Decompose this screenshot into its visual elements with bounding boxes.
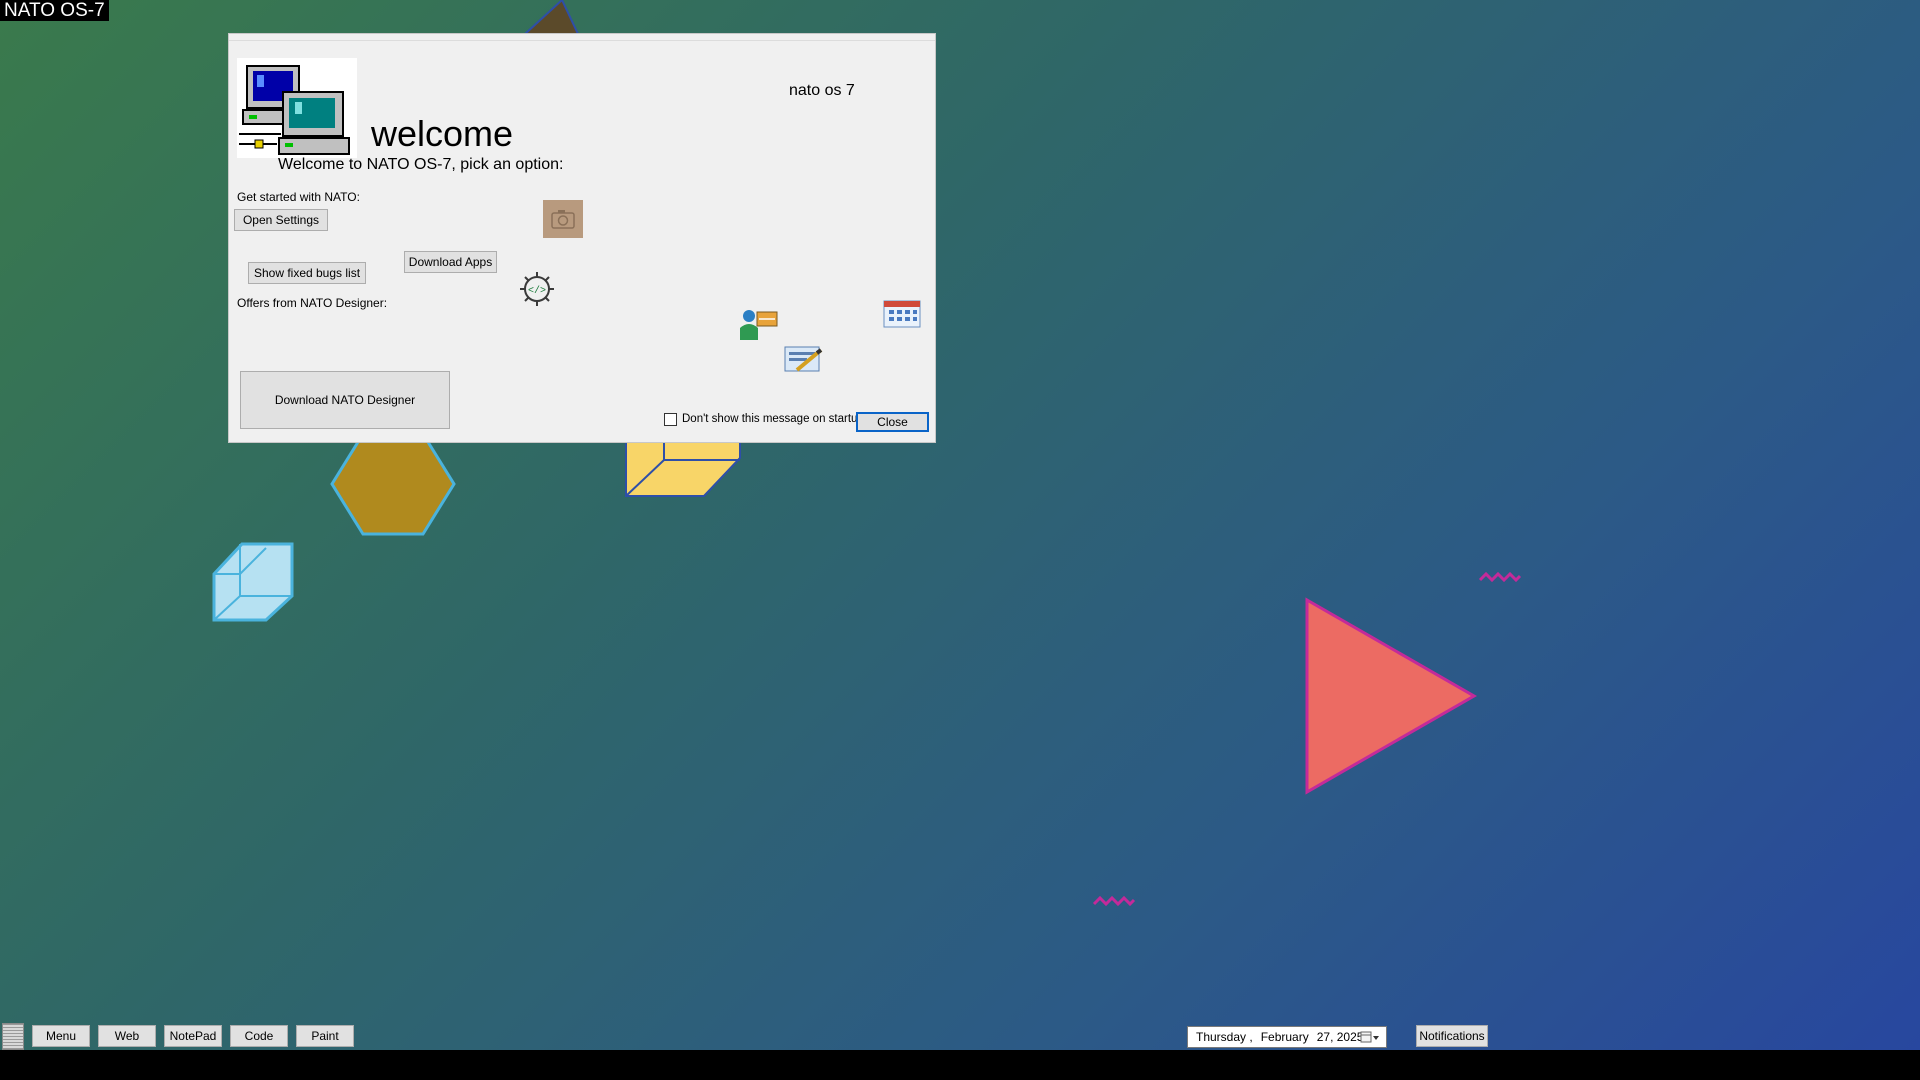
image-editor-icon[interactable] bbox=[783, 344, 825, 374]
window-top-divider bbox=[229, 40, 935, 41]
os-title-label: NATO OS-7 bbox=[0, 0, 109, 21]
network-computers-icon bbox=[237, 58, 357, 158]
offers-label: Offers from NATO Designer: bbox=[237, 296, 388, 310]
open-settings-button[interactable]: Open Settings bbox=[234, 209, 328, 231]
calendar-app-icon[interactable] bbox=[883, 300, 921, 328]
date-picker[interactable]: Thursday , February 27, 2025 bbox=[1187, 1026, 1387, 1048]
taskbar-grip-handle[interactable] bbox=[2, 1023, 24, 1050]
download-designer-button[interactable]: Download NATO Designer bbox=[240, 371, 450, 429]
play-triangle-shape bbox=[1305, 597, 1478, 795]
yellow-cube-shape bbox=[625, 439, 741, 497]
camera-icon[interactable] bbox=[543, 200, 583, 238]
taskbar-notepad-button[interactable]: NotePad bbox=[164, 1025, 222, 1047]
download-apps-button[interactable]: Download Apps bbox=[404, 251, 497, 273]
welcome-subtitle: Welcome to NATO OS-7, pick an option: bbox=[278, 156, 564, 173]
taskbar-menu-button[interactable]: Menu bbox=[32, 1025, 90, 1047]
calendar-dropdown-icon[interactable] bbox=[1360, 1031, 1380, 1044]
svg-text:</>: </> bbox=[528, 285, 546, 297]
dont-show-label: Don't show this message on startup bbox=[682, 413, 864, 425]
close-button[interactable]: Close bbox=[856, 412, 929, 432]
app-name-label: nato os 7 bbox=[789, 82, 855, 99]
welcome-heading: welcome bbox=[371, 113, 514, 154]
user-presentation-icon[interactable] bbox=[737, 306, 779, 340]
bottom-black-bar bbox=[0, 1050, 1920, 1080]
notifications-button[interactable]: Notifications bbox=[1416, 1025, 1488, 1047]
taskbar-code-button[interactable]: Code bbox=[230, 1025, 288, 1047]
zigzag-shape bbox=[1478, 571, 1522, 583]
welcome-window: nato os 7 welcome Welcome to NATO OS-7, … bbox=[228, 33, 936, 443]
hexagon-shape bbox=[330, 432, 456, 536]
get-started-label: Get started with NATO: bbox=[237, 190, 360, 204]
date-separator: , bbox=[1246, 1030, 1253, 1044]
brown-triangle-shape bbox=[522, 0, 580, 35]
date-weekday: Thursday bbox=[1196, 1030, 1247, 1044]
taskbar: Menu Web NotePad Code Paint Thursday , F… bbox=[0, 1023, 1920, 1050]
show-fixed-bugs-button[interactable]: Show fixed bugs list bbox=[248, 262, 366, 284]
code-gear-icon[interactable]: </> bbox=[517, 269, 557, 309]
taskbar-paint-button[interactable]: Paint bbox=[296, 1025, 354, 1047]
light-blue-cube-shape bbox=[212, 542, 294, 622]
desktop: NATO OS-7 nato os 7 welcome Welcome to N… bbox=[0, 0, 1920, 1050]
date-day-year: 27, 2025 bbox=[1316, 1030, 1364, 1044]
dont-show-checkbox[interactable] bbox=[664, 413, 677, 426]
taskbar-web-button[interactable]: Web bbox=[98, 1025, 156, 1047]
zigzag-shape bbox=[1092, 895, 1136, 907]
date-month: February bbox=[1260, 1030, 1309, 1044]
